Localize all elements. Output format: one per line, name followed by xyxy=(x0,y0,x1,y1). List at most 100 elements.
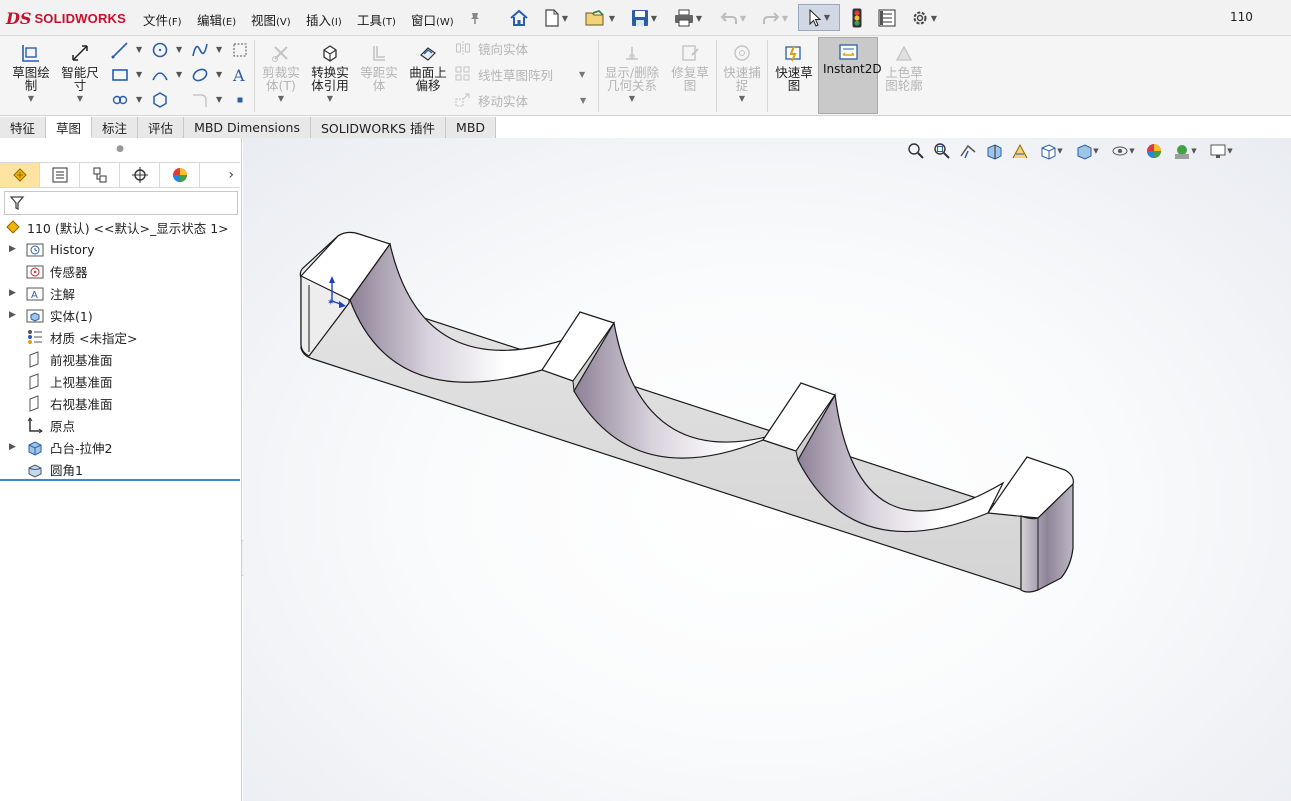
menu-edit[interactable]: 编辑(E) xyxy=(197,10,236,29)
slot-icon[interactable] xyxy=(109,89,131,111)
tree-item-top-plane[interactable]: 上视基准面 xyxy=(0,370,240,392)
ellipse-icon[interactable] xyxy=(189,64,211,86)
options-gear-icon[interactable]: ▼ xyxy=(904,6,944,30)
chevron-down-icon[interactable]: ▼ xyxy=(176,45,182,54)
chevron-down-icon[interactable]: ▼ xyxy=(28,94,34,103)
instant2d-button[interactable]: Instant2D xyxy=(818,37,882,114)
tab-solidworks-addins[interactable]: SOLIDWORKS 插件 xyxy=(310,117,447,138)
tree-item-sensors[interactable]: 传感器 xyxy=(0,260,240,282)
tree-item-fillet1[interactable]: 圆角1 xyxy=(0,458,240,480)
tab-evaluate[interactable]: 评估 xyxy=(138,117,185,138)
menu-tools[interactable]: 工具(T) xyxy=(357,10,396,29)
open-icon[interactable]: ▼ xyxy=(580,6,620,30)
sketch-button[interactable]: 草图绘 制 ▼ xyxy=(8,40,54,112)
tree-item-boss-extrude2[interactable]: ▶ 凸台-拉伸2 xyxy=(0,436,240,458)
mirror-entities-button[interactable]: 镜向实体 xyxy=(454,38,528,58)
undo-icon[interactable]: ▼ xyxy=(714,6,752,30)
menu-window[interactable]: 窗口(W) xyxy=(411,10,454,29)
expand-arrow-icon[interactable]: ▶ xyxy=(9,442,16,452)
repair-sketch-button[interactable]: 修复草 图 xyxy=(666,40,714,112)
rebuild-traffic-light-icon[interactable] xyxy=(846,6,868,30)
instant2d-icon xyxy=(839,43,859,64)
display-manager-icon[interactable] xyxy=(160,163,200,187)
spline-icon[interactable] xyxy=(189,39,211,61)
line-icon[interactable] xyxy=(109,39,131,61)
tab-features[interactable]: 特征 xyxy=(0,117,47,138)
point-icon[interactable] xyxy=(229,89,251,111)
chevron-right-icon[interactable]: › xyxy=(228,167,234,183)
select-icon[interactable]: ▼ xyxy=(798,4,840,31)
tree-item-annotations[interactable]: ▶ A 注解 xyxy=(0,282,240,304)
pin-menu-icon[interactable] xyxy=(466,6,484,30)
part-model-viewport[interactable]: ✶ xyxy=(243,138,1291,801)
tree-root-part[interactable]: 110 (默认) <<默认>_显示状态 1> xyxy=(0,216,240,238)
chevron-down-icon[interactable]: ▼ xyxy=(216,95,222,104)
solidworks-logo[interactable]: DS SOLIDWORKS xyxy=(6,8,126,28)
print-icon[interactable]: ▼ xyxy=(668,6,708,30)
chevron-down-icon[interactable]: ▼ xyxy=(579,70,585,79)
panel-grip-handle[interactable]: ● xyxy=(0,138,240,160)
tab-sketch[interactable]: 草图 xyxy=(46,117,93,138)
chevron-down-icon[interactable]: ▼ xyxy=(216,70,222,79)
file-properties-icon[interactable] xyxy=(876,6,898,30)
tree-item-history[interactable]: ▶ History xyxy=(0,238,240,260)
dimxpert-icon[interactable] xyxy=(120,163,160,187)
linear-pattern-button[interactable]: 线性草图阵列 ▼ xyxy=(454,64,585,84)
feature-manager-icon[interactable] xyxy=(0,163,40,187)
expand-arrow-icon[interactable]: ▶ xyxy=(9,288,16,298)
chevron-down-icon[interactable]: ▼ xyxy=(136,45,142,54)
circle-icon[interactable] xyxy=(149,39,171,61)
menu-insert[interactable]: 插入(I) xyxy=(306,10,342,29)
rollback-bar[interactable] xyxy=(0,479,240,481)
rapid-sketch-button[interactable]: 快速草 图 xyxy=(770,40,818,112)
home-icon[interactable] xyxy=(506,6,532,30)
convert-entities-button[interactable]: 转换实 体引用 ▼ xyxy=(306,40,354,112)
chevron-down-icon[interactable]: ▼ xyxy=(77,94,83,103)
sketch-fillet-icon[interactable] xyxy=(189,89,211,111)
save-icon[interactable]: ▼ xyxy=(624,6,664,30)
chevron-down-icon[interactable]: ▼ xyxy=(136,70,142,79)
arc-icon[interactable] xyxy=(149,64,171,86)
tree-filter[interactable] xyxy=(4,191,238,215)
chevron-down-icon[interactable]: ▼ xyxy=(739,94,745,103)
chevron-down-icon[interactable]: ▼ xyxy=(216,45,222,54)
chevron-down-icon[interactable]: ▼ xyxy=(327,94,333,103)
expand-arrow-icon[interactable]: ▶ xyxy=(9,310,16,320)
trim-button[interactable]: 剪裁实 体(T) ▼ xyxy=(257,40,305,112)
tree-item-right-plane[interactable]: 右视基准面 xyxy=(0,392,240,414)
configuration-manager-icon[interactable] xyxy=(80,163,120,187)
offset-entities-button[interactable]: 等距实 体 xyxy=(355,40,403,112)
offset-on-surface-button[interactable]: 曲面上 偏移 xyxy=(404,40,452,112)
new-document-icon[interactable]: ▼ xyxy=(538,6,574,30)
construction-geometry-icon[interactable] xyxy=(229,39,251,61)
property-manager-icon[interactable] xyxy=(40,163,80,187)
redo-icon[interactable]: ▼ xyxy=(756,6,794,30)
tree-item-solid-bodies[interactable]: ▶ 实体(1) xyxy=(0,304,240,326)
graphics-area[interactable]: ▼ ▼ ▼ ▼ ▼ ✶ xyxy=(243,138,1291,801)
linear-pattern-icon xyxy=(454,65,472,83)
expand-arrow-icon[interactable]: ▶ xyxy=(9,244,16,254)
shaded-sketch-contours-button[interactable]: 上色草 图轮廓 xyxy=(880,40,928,112)
rectangle-icon[interactable] xyxy=(109,64,131,86)
chevron-down-icon[interactable]: ▼ xyxy=(580,96,586,105)
menu-view[interactable]: 视图(V) xyxy=(251,10,291,29)
chevron-down-icon[interactable]: ▼ xyxy=(629,94,635,103)
tab-mbd[interactable]: MBD xyxy=(446,117,497,138)
text-icon[interactable]: A xyxy=(229,64,251,86)
smart-dimension-button[interactable]: 智能尺 寸 ▼ xyxy=(57,40,103,112)
mirror-icon xyxy=(454,39,472,57)
tab-mbd-dimensions[interactable]: MBD Dimensions xyxy=(184,117,311,138)
tree-item-front-plane[interactable]: 前视基准面 xyxy=(0,348,240,370)
display-delete-relations-button[interactable]: 显示/删除 几何关系 ▼ xyxy=(600,40,664,112)
quick-snaps-button[interactable]: 快速捕 捉 ▼ xyxy=(718,40,766,112)
move-entities-button[interactable]: 移动实体 ▼ xyxy=(454,90,586,110)
chevron-down-icon[interactable]: ▼ xyxy=(278,94,284,103)
tree-item-origin[interactable]: 原点 xyxy=(0,414,240,436)
tree-item-material[interactable]: 材质 <未指定> xyxy=(0,326,240,348)
chevron-down-icon[interactable]: ▼ xyxy=(136,95,142,104)
polygon-icon[interactable] xyxy=(149,89,171,111)
menu-file[interactable]: 文件(F) xyxy=(143,10,182,29)
chevron-down-icon[interactable]: ▼ xyxy=(176,70,182,79)
rapid-sketch-icon xyxy=(783,42,805,64)
tab-markup[interactable]: 标注 xyxy=(92,117,139,138)
